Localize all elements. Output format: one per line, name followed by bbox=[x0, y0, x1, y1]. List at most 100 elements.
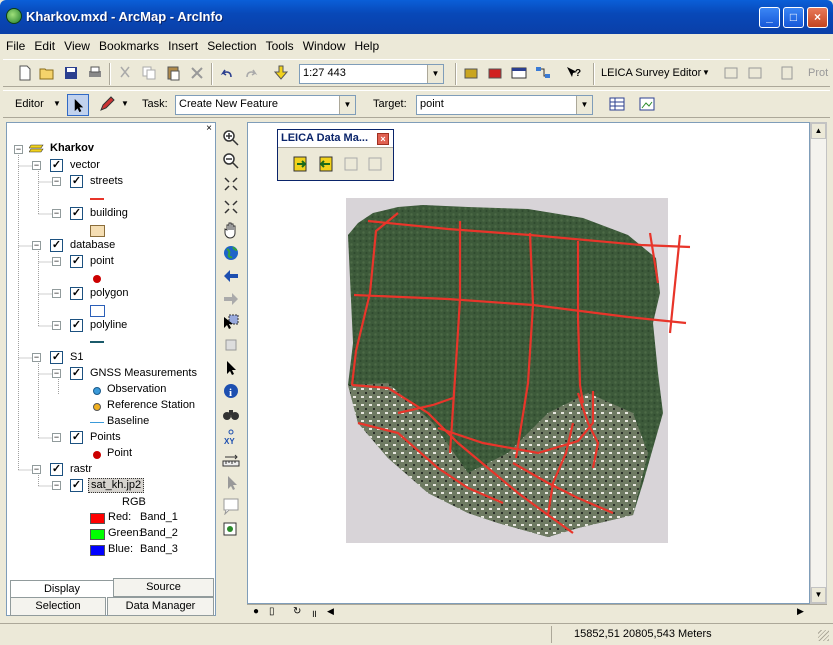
layer-visibility-checkbox[interactable]: ✓ bbox=[50, 351, 63, 364]
scroll-left-arrow-icon[interactable]: ◀ bbox=[327, 606, 334, 617]
identify-info-icon[interactable]: i bbox=[222, 382, 240, 400]
collapse-icon[interactable]: − bbox=[32, 465, 41, 474]
collapse-icon[interactable]: − bbox=[52, 289, 61, 298]
leica-import-icon[interactable] bbox=[292, 155, 310, 173]
clear-selection-icon[interactable] bbox=[222, 336, 240, 354]
layer-streets[interactable]: streets bbox=[90, 175, 123, 190]
resize-grip-icon[interactable] bbox=[818, 630, 829, 641]
properties-label[interactable]: Prot bbox=[808, 67, 828, 79]
minimize-button[interactable]: _ bbox=[759, 7, 780, 28]
leica-data-manager-panel[interactable]: LEICA Data Ma... × bbox=[277, 129, 394, 181]
map-scale-dropdown[interactable]: 1:27 443 ▼ bbox=[299, 64, 444, 84]
layer-visibility-checkbox[interactable]: ✓ bbox=[70, 255, 83, 268]
select-elements-arrow-icon[interactable] bbox=[222, 359, 240, 377]
group-layer-database[interactable]: database bbox=[70, 239, 115, 254]
select-features-icon[interactable] bbox=[222, 313, 240, 331]
layout-view-page-icon[interactable]: ▯ bbox=[269, 606, 275, 617]
pan-hand-icon[interactable] bbox=[222, 221, 240, 239]
save-icon[interactable] bbox=[63, 65, 79, 81]
close-icon[interactable]: × bbox=[204, 124, 214, 134]
html-popup-icon[interactable] bbox=[222, 497, 240, 515]
menu-help[interactable]: Help bbox=[351, 35, 382, 57]
collapse-icon[interactable]: − bbox=[52, 321, 61, 330]
fixed-zoom-out-icon[interactable] bbox=[222, 198, 240, 216]
collapse-icon[interactable]: − bbox=[52, 177, 61, 186]
measure-icon[interactable] bbox=[222, 451, 240, 469]
map-vertical-scrollbar[interactable]: ▲ ▼ bbox=[810, 122, 827, 604]
layer-polyline[interactable]: polyline bbox=[90, 319, 127, 334]
close-icon[interactable]: × bbox=[377, 133, 389, 145]
maximize-button[interactable]: □ bbox=[783, 7, 804, 28]
collapse-icon[interactable]: − bbox=[14, 145, 23, 154]
new-document-icon[interactable] bbox=[17, 65, 33, 81]
attributes-icon[interactable] bbox=[609, 96, 625, 112]
layer-sat-kh[interactable]: sat_kh.jp2 bbox=[88, 478, 145, 493]
layer-visibility-checkbox[interactable]: ✓ bbox=[70, 287, 83, 300]
chevron-down-icon[interactable]: ▼ bbox=[339, 96, 355, 114]
menu-file[interactable]: File bbox=[3, 35, 28, 57]
menu-selection[interactable]: Selection bbox=[204, 35, 259, 57]
layer-visibility-checkbox[interactable]: ✓ bbox=[70, 175, 83, 188]
collapse-icon[interactable]: − bbox=[52, 257, 61, 266]
group-layer-vector[interactable]: vector bbox=[70, 159, 100, 174]
collapse-icon[interactable]: − bbox=[52, 481, 61, 490]
menu-insert[interactable]: Insert bbox=[165, 35, 201, 57]
leica-survey-editor-menu[interactable]: LEICA Survey Editor bbox=[601, 67, 701, 79]
task-dropdown[interactable]: Create New Feature ▼ bbox=[175, 95, 356, 115]
edit-tool-button[interactable] bbox=[67, 94, 89, 116]
collapse-icon[interactable]: − bbox=[32, 161, 41, 170]
add-data-icon[interactable] bbox=[273, 65, 289, 81]
leica-panel-title[interactable]: LEICA Data Ma... × bbox=[278, 130, 393, 148]
map-canvas[interactable] bbox=[248, 123, 811, 605]
layer-visibility-checkbox[interactable]: ✓ bbox=[70, 479, 83, 492]
target-dropdown[interactable]: point ▼ bbox=[416, 95, 593, 115]
full-extent-globe-icon[interactable] bbox=[222, 244, 240, 262]
paste-icon[interactable] bbox=[165, 65, 181, 81]
layer-visibility-checkbox[interactable]: ✓ bbox=[50, 239, 63, 252]
zoom-out-icon[interactable] bbox=[222, 152, 240, 170]
sketch-properties-icon[interactable] bbox=[639, 96, 655, 112]
back-arrow-icon[interactable] bbox=[222, 267, 240, 285]
title-bar[interactable]: Kharkov.mxd - ArcMap - ArcInfo _ □ × bbox=[0, 0, 833, 34]
tab-source[interactable]: Source bbox=[113, 578, 214, 597]
collapse-icon[interactable]: − bbox=[32, 241, 41, 250]
hyperlink-icon[interactable] bbox=[222, 474, 240, 492]
zoom-in-icon[interactable] bbox=[222, 129, 240, 147]
command-line-icon[interactable] bbox=[511, 65, 527, 81]
chevron-down-icon[interactable]: ▼ bbox=[702, 68, 710, 77]
chevron-down-icon[interactable]: ▼ bbox=[427, 65, 443, 83]
scroll-up-arrow-icon[interactable]: ▲ bbox=[811, 123, 826, 139]
refresh-view-icon[interactable]: ↻ bbox=[293, 606, 301, 617]
leica-tool-icon[interactable] bbox=[747, 65, 763, 81]
print-icon[interactable] bbox=[87, 65, 103, 81]
menu-edit[interactable]: Edit bbox=[31, 35, 58, 57]
menu-tools[interactable]: Tools bbox=[263, 35, 297, 57]
layer-visibility-checkbox[interactable]: ✓ bbox=[70, 207, 83, 220]
data-frame-name[interactable]: Kharkov bbox=[50, 142, 94, 157]
close-button[interactable]: × bbox=[807, 7, 828, 28]
leica-disabled-tool-icon[interactable] bbox=[342, 155, 360, 173]
forward-arrow-icon[interactable] bbox=[222, 290, 240, 308]
leica-tool-icon[interactable] bbox=[723, 65, 739, 81]
delete-icon[interactable] bbox=[189, 65, 205, 81]
tab-data-manager[interactable]: Data Manager bbox=[107, 597, 214, 616]
open-folder-icon[interactable] bbox=[39, 65, 55, 81]
chevron-down-icon[interactable]: ▼ bbox=[53, 99, 61, 108]
arctoolbox-icon[interactable] bbox=[487, 65, 503, 81]
tab-selection[interactable]: Selection bbox=[10, 597, 106, 616]
cut-icon[interactable] bbox=[117, 65, 133, 81]
group-layer-s1[interactable]: S1 bbox=[70, 351, 83, 366]
map-horizontal-scrollbar[interactable]: ● ▯ ↻ ॥ ◀ ▶ bbox=[247, 604, 827, 620]
layer-visibility-checkbox[interactable]: ✓ bbox=[50, 159, 63, 172]
collapse-icon[interactable]: − bbox=[52, 369, 61, 378]
data-view-globe-icon[interactable]: ● bbox=[253, 606, 259, 617]
menu-bookmarks[interactable]: Bookmarks bbox=[96, 35, 162, 57]
pause-drawing-icon[interactable]: ॥ bbox=[311, 606, 317, 620]
sketch-pencil-icon[interactable] bbox=[99, 96, 115, 112]
menu-view[interactable]: View bbox=[61, 35, 93, 57]
leica-disabled-tool-icon[interactable] bbox=[366, 155, 384, 173]
leica-tool-icon[interactable] bbox=[779, 65, 795, 81]
find-binoculars-icon[interactable] bbox=[222, 405, 240, 423]
editor-menu[interactable]: Editor bbox=[15, 98, 44, 110]
group-layer-rastr[interactable]: rastr bbox=[70, 463, 92, 478]
